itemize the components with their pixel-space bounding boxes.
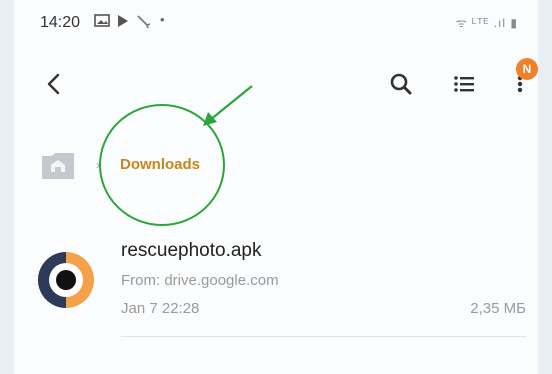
file-source: From: drive.google.com	[121, 272, 279, 289]
back-button[interactable]	[40, 70, 68, 98]
list-view-button[interactable]	[450, 70, 478, 98]
network-indicators: ᯤ ᴸᵀᴱ .ıl ▮	[455, 16, 518, 30]
image-icon	[94, 14, 110, 30]
divider	[121, 336, 526, 337]
home-folder-icon	[42, 153, 74, 179]
file-name: rescuephoto.apk	[121, 240, 262, 261]
list-view-icon	[454, 76, 474, 92]
breadcrumb-current-folder[interactable]: Downloads	[120, 156, 200, 173]
annotation-overlay	[99, 85, 253, 226]
status-time: 14:20	[40, 14, 81, 31]
wrench-icon	[136, 14, 152, 31]
home-folder-button[interactable]	[40, 150, 76, 182]
file-date: Jan 7 22:28	[121, 300, 200, 317]
phone-screen: 14:20 • ᯤ ᴸᵀᴱ .ıl ▮ N › Downloads rescue…	[14, 0, 538, 374]
chevron-left-icon	[47, 73, 60, 95]
breadcrumb-separator: ›	[96, 158, 100, 172]
annotation-arrowhead	[203, 112, 217, 126]
search-icon	[390, 73, 412, 95]
status-bar: 14:20 • ᯤ ᴸᵀᴱ .ıl ▮	[14, 0, 538, 44]
search-button[interactable]	[387, 70, 415, 98]
notification-badge: N	[516, 58, 538, 80]
file-size: 2,35 МБ	[470, 300, 526, 317]
play-store-icon	[116, 14, 130, 31]
app-logo-icon	[36, 250, 96, 310]
dot-icon: •	[160, 12, 165, 27]
annotation-arrow	[209, 85, 253, 121]
